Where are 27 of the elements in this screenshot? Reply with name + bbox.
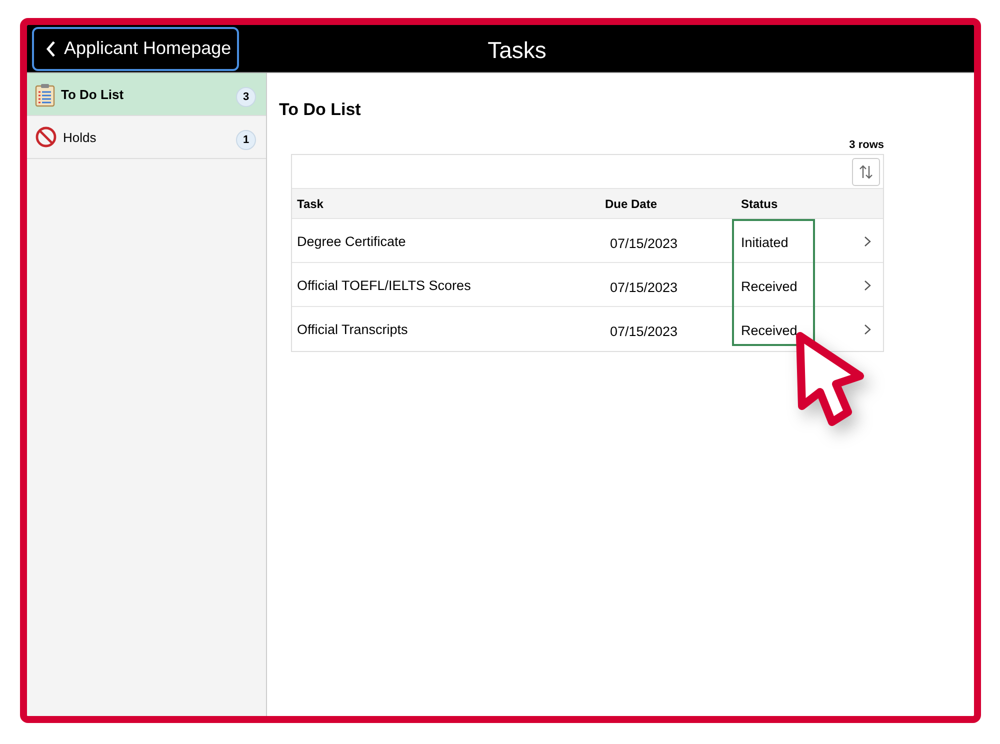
count-badge: 3 xyxy=(236,87,256,107)
chevron-right-icon xyxy=(864,280,871,291)
status-cell-text: Received xyxy=(741,322,798,340)
status-cell-text: Initiated xyxy=(741,234,790,252)
page-title: Tasks xyxy=(488,36,546,65)
task-cell-text: Official Transcripts xyxy=(296,321,409,339)
prohibited-icon xyxy=(35,126,57,148)
count-badge: 1 xyxy=(236,130,256,150)
chevron-left-icon xyxy=(46,40,56,58)
row-count: 3 rows xyxy=(849,138,884,152)
back-button[interactable]: Applicant Homepage xyxy=(32,26,239,70)
section-title: To Do List xyxy=(279,99,362,121)
clipboard-icon xyxy=(35,83,55,107)
sidebar-item[interactable]: To Do List 3 xyxy=(27,73,266,116)
chevron-right-icon xyxy=(864,236,871,247)
table-row[interactable]: Official TOEFL/IELTS Scores 07/15/2023 Received xyxy=(292,263,883,307)
column-header: Due Date xyxy=(605,196,658,212)
column-header: Status xyxy=(741,196,779,212)
chevron-right-icon xyxy=(864,324,871,335)
status-cell-text: Received xyxy=(741,278,798,296)
column-header: Task xyxy=(296,196,324,212)
task-cell-text: Official TOEFL/IELTS Scores xyxy=(296,277,472,295)
table-row[interactable]: Official Transcripts 07/15/2023 Received xyxy=(292,307,883,351)
table-row[interactable]: Degree Certificate 07/15/2023 Initiated xyxy=(292,219,883,263)
task-cell-text: Degree Certificate xyxy=(296,233,407,251)
sort-icon xyxy=(859,164,873,178)
sort-button[interactable] xyxy=(852,158,880,186)
